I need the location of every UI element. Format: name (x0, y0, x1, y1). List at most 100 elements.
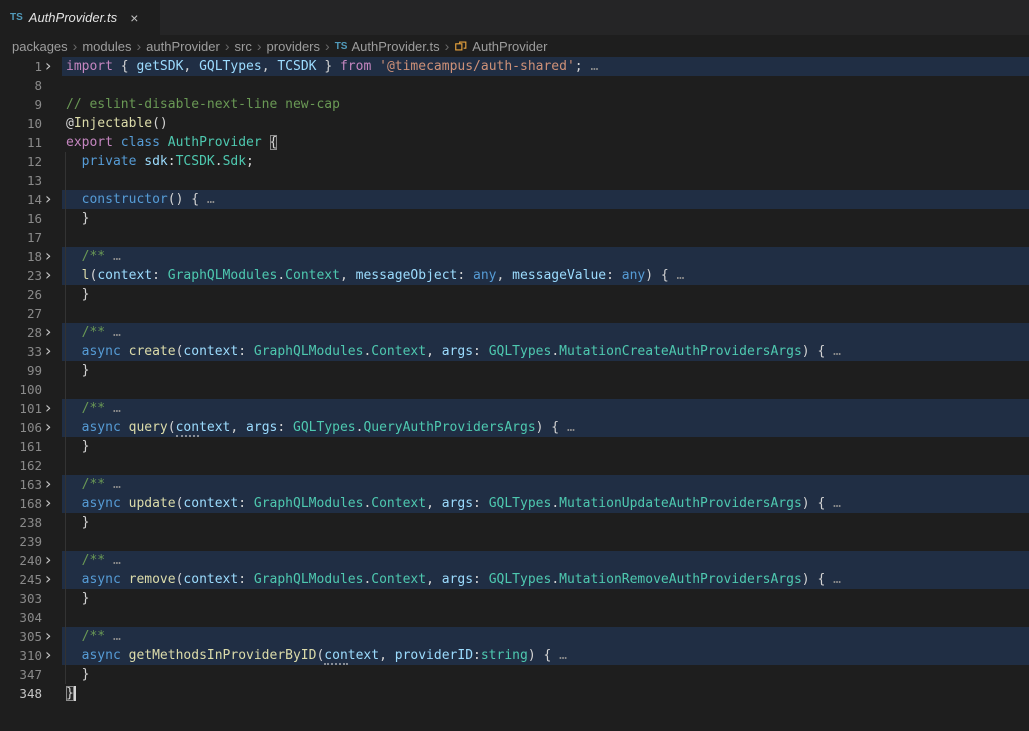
code-token: remove (129, 572, 176, 587)
breadcrumb-item-authprovider-ts[interactable]: TSAuthProvider.ts (335, 39, 440, 54)
fold-chevron-icon[interactable]: › (45, 266, 51, 284)
code-text[interactable]: async getMethodsInProviderByID(context, … (62, 646, 1029, 665)
folded-ellipsis[interactable]: … (825, 344, 841, 359)
code-text[interactable]: /** … (62, 475, 1029, 494)
code-text[interactable] (62, 456, 1029, 475)
folded-ellipsis[interactable]: … (583, 59, 599, 74)
folded-ellipsis[interactable]: … (105, 553, 121, 568)
fold-chevron-icon[interactable]: › (45, 646, 51, 664)
breadcrumb-label: AuthProvider.ts (351, 39, 439, 54)
fold-chevron-icon[interactable]: › (45, 494, 51, 512)
breadcrumb-item-authprovider[interactable]: authProvider (146, 39, 220, 54)
gutter: 168› (0, 494, 62, 513)
bracket-match: } (66, 686, 74, 701)
breadcrumb-label: authProvider (146, 39, 220, 54)
code-text[interactable]: // eslint-disable-next-line new-cap (62, 95, 1029, 114)
code-line-347: 347 } (0, 665, 1029, 684)
code-text[interactable]: async query(context, args: GQLTypes.Quer… (62, 418, 1029, 437)
breadcrumb-item-authprovider[interactable]: AuthProvider (454, 39, 547, 54)
folded-ellipsis[interactable]: … (199, 192, 215, 207)
folded-ellipsis[interactable]: … (105, 325, 121, 340)
code-text[interactable]: async update(context: GraphQLModules.Con… (62, 494, 1029, 513)
fold-chevron-icon[interactable]: › (45, 399, 51, 417)
gutter: 305› (0, 627, 62, 646)
code-text[interactable]: } (62, 513, 1029, 532)
code-token: , (426, 344, 442, 359)
close-icon[interactable]: × (127, 10, 141, 26)
code-token: // eslint-disable-next-line new-cap (66, 97, 340, 112)
code-line-8: 8 (0, 76, 1029, 95)
code-text[interactable]: /** … (62, 627, 1029, 646)
code-text[interactable]: } (62, 665, 1029, 684)
breadcrumb-item-providers[interactable]: providers (267, 39, 320, 54)
code-token: constructor (82, 192, 168, 207)
code-text[interactable]: private sdk:TCSDK.Sdk; (62, 152, 1029, 171)
gutter: 27 (0, 304, 62, 323)
tab-authprovider[interactable]: TS AuthProvider.ts × (0, 0, 160, 35)
code-text[interactable] (62, 608, 1029, 627)
line-number: 10 (27, 114, 42, 133)
fold-chevron-icon[interactable]: › (45, 627, 51, 645)
code-text[interactable]: } (62, 684, 1029, 703)
folded-ellipsis[interactable]: … (105, 401, 121, 416)
code-text[interactable] (62, 532, 1029, 551)
code-token (66, 477, 82, 492)
folded-ellipsis[interactable]: … (825, 572, 841, 587)
gutter: 304 (0, 608, 62, 627)
code-text[interactable] (62, 304, 1029, 323)
code-text[interactable]: import { getSDK, GQLTypes, TCSDK } from … (62, 57, 1029, 76)
code-text[interactable]: /** … (62, 551, 1029, 570)
code-line-305: 305› /** … (0, 627, 1029, 646)
fold-chevron-icon[interactable]: › (45, 190, 51, 208)
folded-ellipsis[interactable]: … (105, 477, 121, 492)
code-token: providerID (395, 648, 473, 663)
fold-chevron-icon[interactable]: › (45, 247, 51, 265)
code-text[interactable]: @Injectable() (62, 114, 1029, 133)
fold-chevron-icon[interactable]: › (45, 323, 51, 341)
code-token: } (66, 287, 89, 302)
code-text[interactable]: async create(context: GraphQLModules.Con… (62, 342, 1029, 361)
code-text[interactable]: /** … (62, 323, 1029, 342)
code-token: ) { (802, 572, 825, 587)
code-token: GQLTypes (199, 59, 262, 74)
code-text[interactable]: /** … (62, 399, 1029, 418)
breadcrumb-item-src[interactable]: src (235, 39, 252, 54)
code-text[interactable]: } (62, 361, 1029, 380)
fold-chevron-icon[interactable]: › (45, 342, 51, 360)
code-text[interactable]: } (62, 437, 1029, 456)
fold-chevron-icon[interactable]: › (45, 570, 51, 588)
code-text[interactable]: } (62, 285, 1029, 304)
fold-chevron-icon[interactable]: › (45, 475, 51, 493)
code-token (66, 268, 82, 283)
code-text[interactable]: async remove(context: GraphQLModules.Con… (62, 570, 1029, 589)
code-text[interactable]: /** … (62, 247, 1029, 266)
folded-ellipsis[interactable]: … (105, 629, 121, 644)
folded-ellipsis[interactable]: … (559, 420, 575, 435)
folded-ellipsis[interactable]: … (825, 496, 841, 511)
code-text[interactable]: } (62, 589, 1029, 608)
breadcrumb-item-modules[interactable]: modules (82, 39, 131, 54)
line-number: 27 (27, 304, 42, 323)
code-text[interactable]: } (62, 209, 1029, 228)
folded-ellipsis[interactable]: … (669, 268, 685, 283)
fold-chevron-icon[interactable]: › (45, 551, 51, 569)
code-text[interactable] (62, 380, 1029, 399)
folded-ellipsis[interactable]: … (551, 648, 567, 663)
code-token: any (622, 268, 645, 283)
code-text[interactable] (62, 171, 1029, 190)
code-text[interactable]: l(context: GraphQLModules.Context, messa… (62, 266, 1029, 285)
code-text[interactable] (62, 76, 1029, 95)
code-text[interactable]: constructor() { … (62, 190, 1029, 209)
fold-chevron-icon[interactable]: › (45, 57, 51, 75)
fold-chevron-icon[interactable]: › (45, 418, 51, 436)
code-line-16: 16 } (0, 209, 1029, 228)
code-token: QueryAuthProvidersArgs (363, 420, 535, 435)
code-text[interactable]: export class AuthProvider { (62, 133, 1029, 152)
line-number: 245 (19, 570, 42, 589)
breadcrumb-item-packages[interactable]: packages (12, 39, 68, 54)
code-text[interactable] (62, 228, 1029, 247)
code-token: any (473, 268, 496, 283)
code-token (66, 192, 82, 207)
code-token: : (238, 344, 254, 359)
folded-ellipsis[interactable]: … (105, 249, 121, 264)
